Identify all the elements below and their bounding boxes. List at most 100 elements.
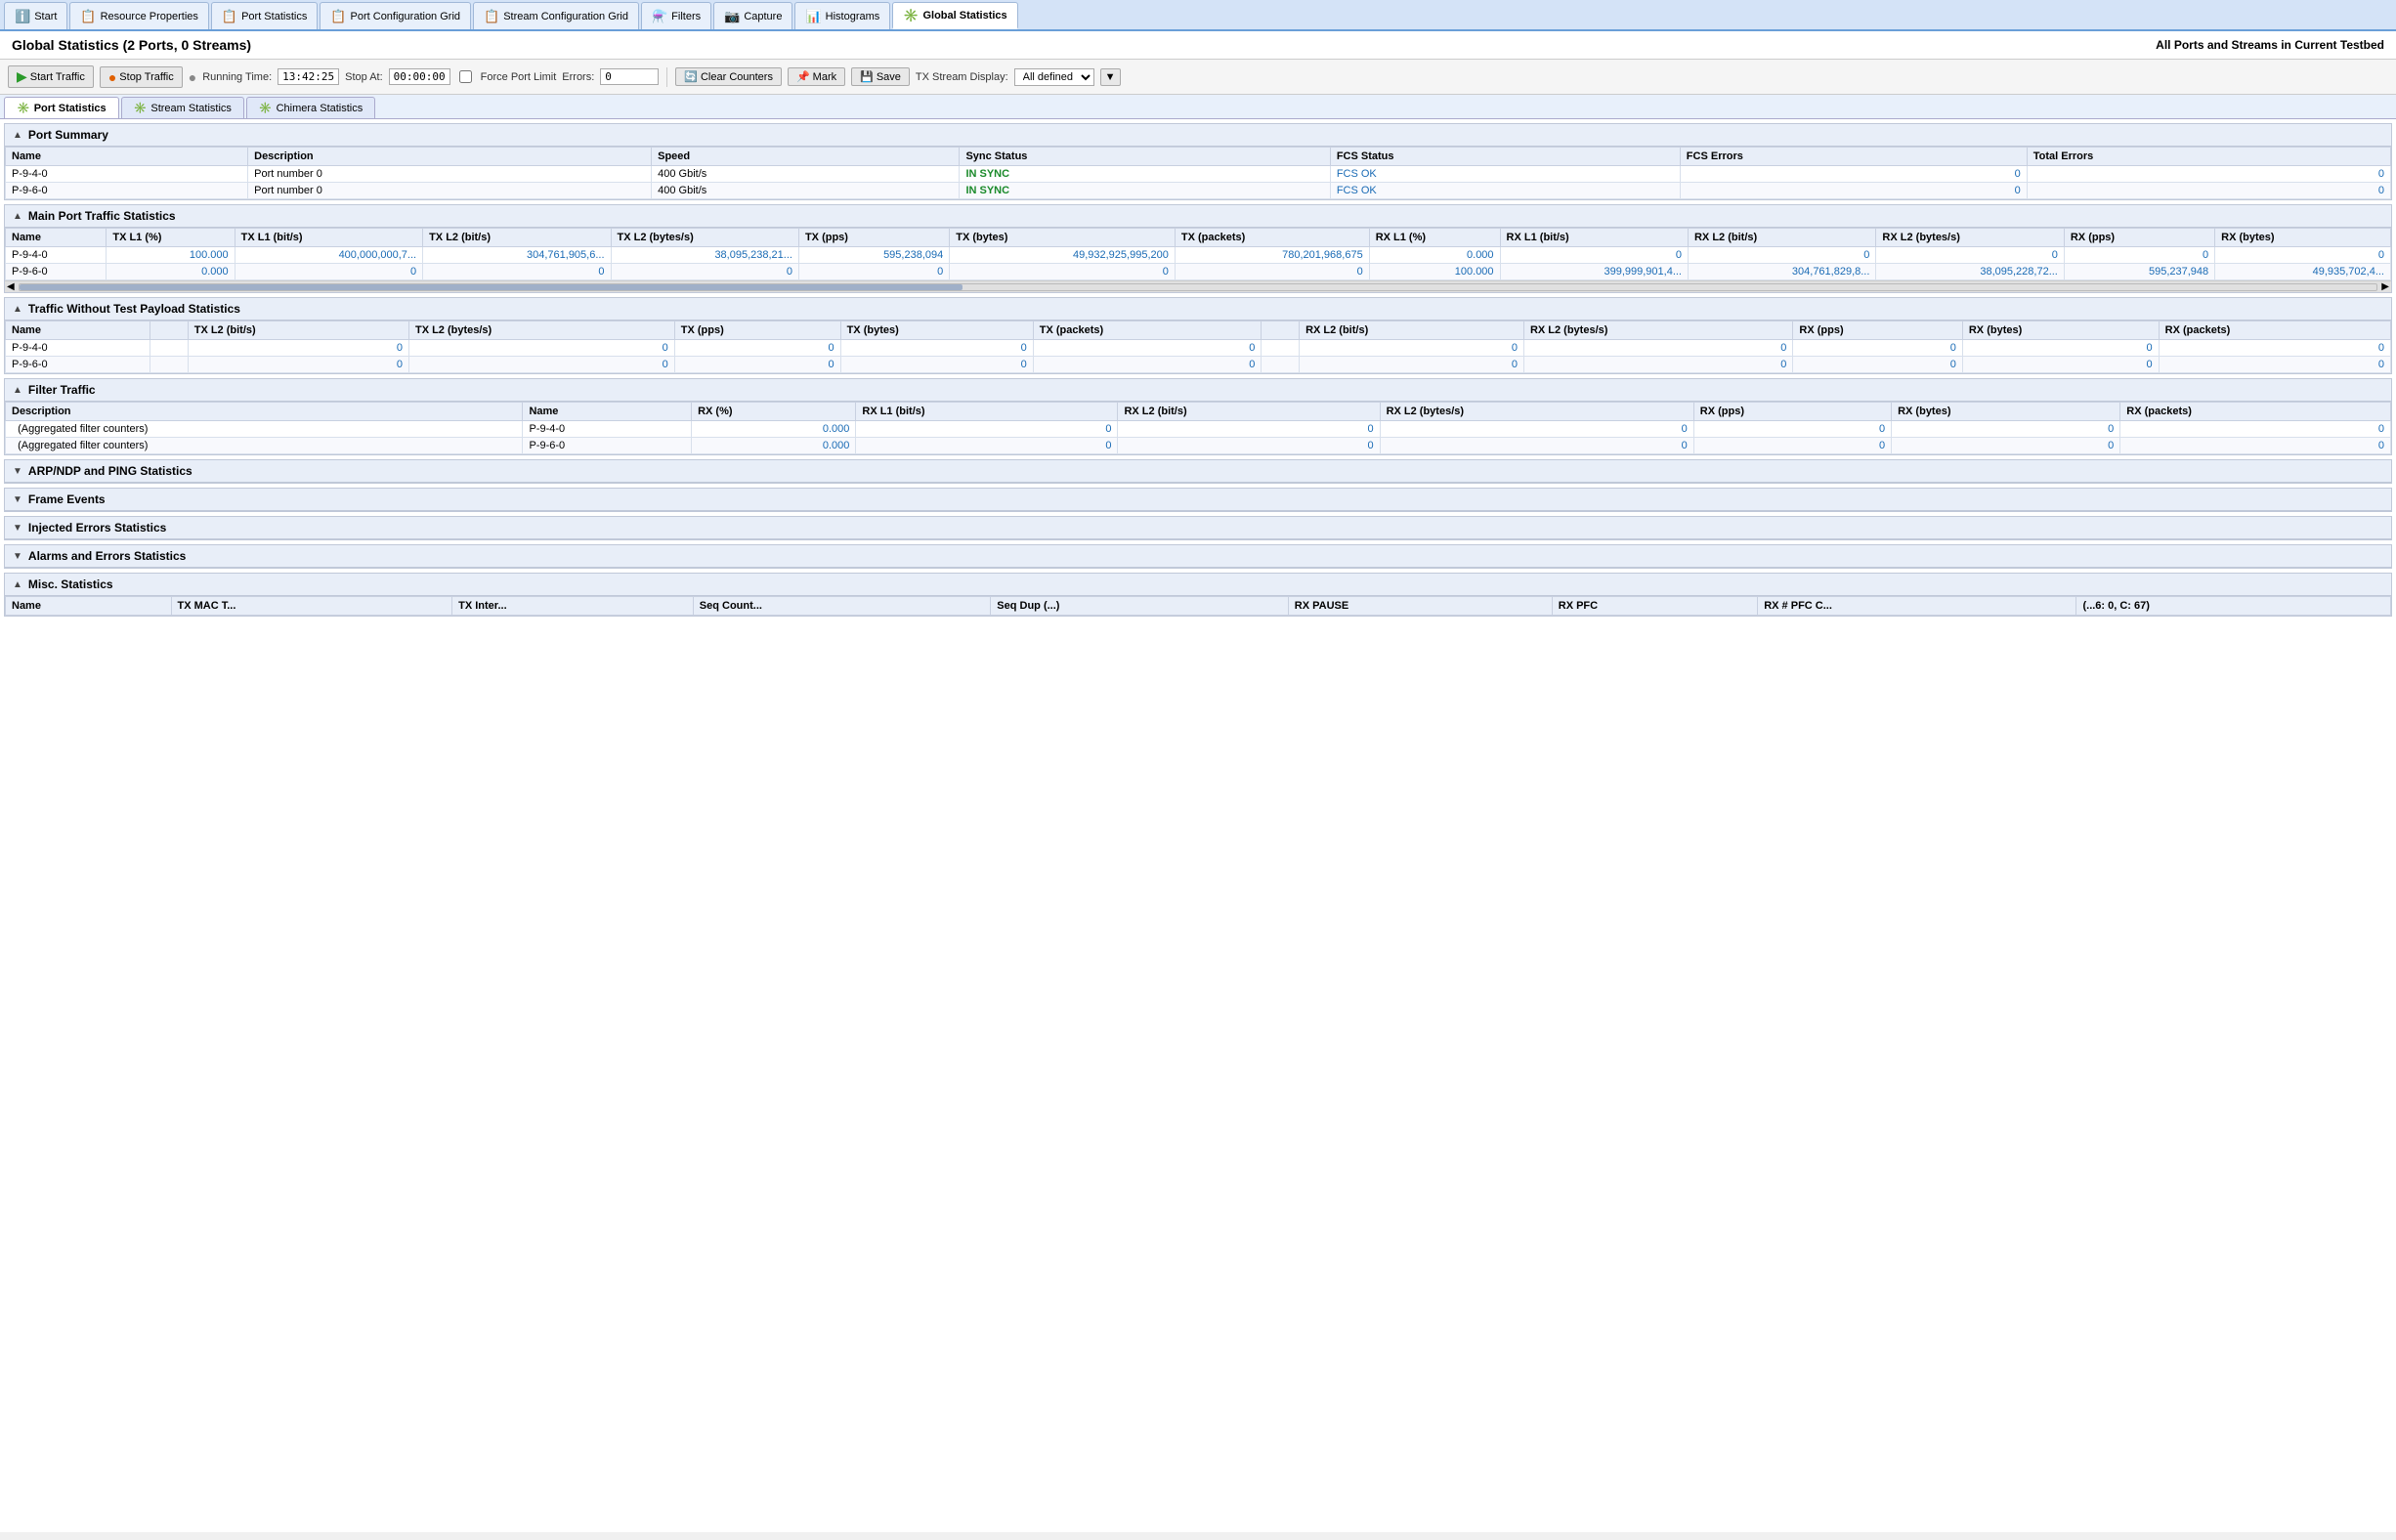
tnp-col-rxl2bits: RX L2 (bit/s) [1300,321,1524,340]
tnp-col-empty1 [150,321,189,340]
main-port-traffic-section: ▲ Main Port Traffic Statistics Name TX L… [4,204,2392,293]
alarms-errors-header[interactable]: ▼ Alarms and Errors Statistics [5,545,2391,568]
tab-port-statistics[interactable]: 📋 Port Statistics [211,2,318,29]
tnp-row1-e1 [150,340,189,357]
clear-counters-button[interactable]: 🔄 Clear Counters [675,67,782,86]
ft-col-rxbytes: RX (bytes) [1892,403,2120,421]
alarms-errors-collapse-icon[interactable]: ▼ [13,551,22,562]
errors-value: 0 [600,68,659,85]
mpt-row0-txl2bytes: 38,095,238,21... [611,247,798,264]
mpt-row0-rxl2bytes: 0 [1876,247,2064,264]
ft-col-rxl2bits: RX L2 (bit/s) [1118,403,1380,421]
chimera-statistics-subtab-label: Chimera Statistics [277,103,364,114]
start-traffic-button[interactable]: ▶ Start Traffic [8,65,94,88]
sub-tab-stream-statistics[interactable]: ✳️ Stream Statistics [121,97,244,118]
tnp-row1-txpackets: 0 [1033,340,1262,357]
scroll-track[interactable] [19,283,2378,291]
tab-global-statistics[interactable]: ✳️ Global Statistics [892,2,1017,29]
mpt-row1-txpps: 0 [798,264,949,280]
scroll-left-arrow[interactable]: ◀ [5,281,17,292]
injected-errors-header[interactable]: ▼ Injected Errors Statistics [5,517,2391,539]
mark-button[interactable]: 📌 Mark [788,67,845,86]
tab-stream-configuration-grid[interactable]: 📋 Stream Configuration Grid [473,2,639,29]
ft-row1-rxpackets: 0 [2120,421,2391,438]
ft-row2-rxpackets: 0 [2120,438,2391,454]
mpt-row1-txpackets: 0 [1175,264,1369,280]
stop-traffic-button[interactable]: ● Stop Traffic [100,66,183,88]
page-subtitle: All Ports and Streams in Current Testbed [2156,38,2384,52]
tnp-row1-name: P-9-4-0 [6,340,150,357]
tab-capture[interactable]: 📷 Capture [713,2,792,29]
tab-port-configuration-grid[interactable]: 📋 Port Configuration Grid [320,2,471,29]
misc-collapse-icon[interactable]: ▲ [13,579,22,590]
tnp-col-rxl2bytes: RX L2 (bytes/s) [1523,321,1792,340]
horizontal-scrollbar[interactable]: ◀ ▶ [5,280,2391,292]
save-button[interactable]: 💾 Save [851,67,910,86]
injected-errors-collapse-icon[interactable]: ▼ [13,523,22,534]
filters-icon: ⚗️ [652,9,667,24]
tab-start[interactable]: ℹ️ Start [4,2,67,29]
frame-events-title: Frame Events [28,492,106,506]
mpt-col-txbytes: TX (bytes) [950,229,1176,247]
force-port-limit-checkbox[interactable] [459,70,472,83]
ft-row2-rxpct: 0.000 [692,438,856,454]
arp-ndp-header[interactable]: ▼ ARP/NDP and PING Statistics [5,460,2391,483]
traffic-no-payload-body: Name TX L2 (bit/s) TX L2 (bytes/s) TX (p… [5,321,2391,373]
start-icon: ℹ️ [15,9,30,24]
port-summary-body: Name Description Speed Sync Status FCS S… [5,147,2391,199]
mpt-row1-txl1bits: 0 [235,264,422,280]
ft-row2-name: P-9-6-0 [523,438,692,454]
scroll-thumb[interactable] [20,284,963,290]
filter-traffic-table: Description Name RX (%) RX L1 (bit/s) RX… [5,402,2391,454]
misc-header[interactable]: ▲ Misc. Statistics [5,574,2391,596]
mark-label: Mark [813,71,836,83]
port-summary-collapse-icon[interactable]: ▲ [13,130,22,141]
ps-row1-sync: IN SYNC [960,183,1330,199]
ft-col-rxl2bytes: RX L2 (bytes/s) [1380,403,1693,421]
scroll-right-arrow[interactable]: ▶ [2379,281,2391,292]
mark-icon: 📌 [796,70,810,83]
main-traffic-collapse-icon[interactable]: ▲ [13,211,22,222]
mpt-row0-txbytes: 49,932,925,995,200 [950,247,1176,264]
ps-row0-speed: 400 Gbit/s [652,166,960,183]
stream-statistics-subtab-icon: ✳️ [134,102,148,114]
ps-row1-desc: Port number 0 [248,183,652,199]
main-port-traffic-body: Name TX L1 (%) TX L1 (bit/s) TX L2 (bit/… [5,228,2391,292]
col-description: Description [248,148,652,166]
main-port-traffic-header[interactable]: ▲ Main Port Traffic Statistics [5,205,2391,228]
table-row: P-9-4-0 100.000 400,000,000,7... 304,761… [6,247,2391,264]
col-total-errors: Total Errors [2027,148,2390,166]
sub-tab-port-statistics[interactable]: ✳️ Port Statistics [4,97,119,118]
no-payload-collapse-icon[interactable]: ▲ [13,304,22,315]
port-statistics-subtab-icon: ✳️ [17,102,30,114]
more-options-button[interactable]: ▼ [1100,68,1121,86]
tab-histograms[interactable]: 📊 Histograms [794,2,890,29]
filter-traffic-header[interactable]: ▲ Filter Traffic [5,379,2391,402]
arp-ndp-collapse-icon[interactable]: ▼ [13,466,22,477]
traffic-no-payload-title: Traffic Without Test Payload Statistics [28,302,240,316]
main-port-traffic-table: Name TX L1 (%) TX L1 (bit/s) TX L2 (bit/… [5,228,2391,280]
tnp-row2-txl2bits: 0 [188,357,408,373]
alarms-errors-title: Alarms and Errors Statistics [28,549,186,563]
tnp-col-txpps: TX (pps) [674,321,840,340]
filter-traffic-collapse-icon[interactable]: ▲ [13,385,22,396]
sub-tab-chimera-statistics[interactable]: ✳️ Chimera Statistics [246,97,375,118]
sub-tab-bar: ✳️ Port Statistics ✳️ Stream Statistics … [0,95,2396,119]
stop-at-value[interactable]: 00:00:00 [389,68,450,85]
traffic-no-payload-header[interactable]: ▲ Traffic Without Test Payload Statistic… [5,298,2391,321]
mpt-col-rxpps: RX (pps) [2064,229,2214,247]
clear-counters-label: Clear Counters [701,71,773,83]
stream-config-icon: 📋 [484,9,499,24]
frame-events-collapse-icon[interactable]: ▼ [13,494,22,505]
port-summary-header[interactable]: ▲ Port Summary [5,124,2391,147]
tnp-row2-e1 [150,357,189,373]
tab-capture-label: Capture [744,11,782,22]
clear-counters-icon: 🔄 [684,70,698,83]
tx-stream-display-select[interactable]: All defined [1014,68,1094,86]
stop-traffic-icon: ● [108,69,116,85]
misc-col-rxpause: RX PAUSE [1288,597,1552,616]
tab-resource-properties[interactable]: 📋 Resource Properties [69,2,208,29]
global-statistics-icon: ✳️ [903,8,919,23]
frame-events-header[interactable]: ▼ Frame Events [5,489,2391,511]
tab-filters[interactable]: ⚗️ Filters [641,2,711,29]
